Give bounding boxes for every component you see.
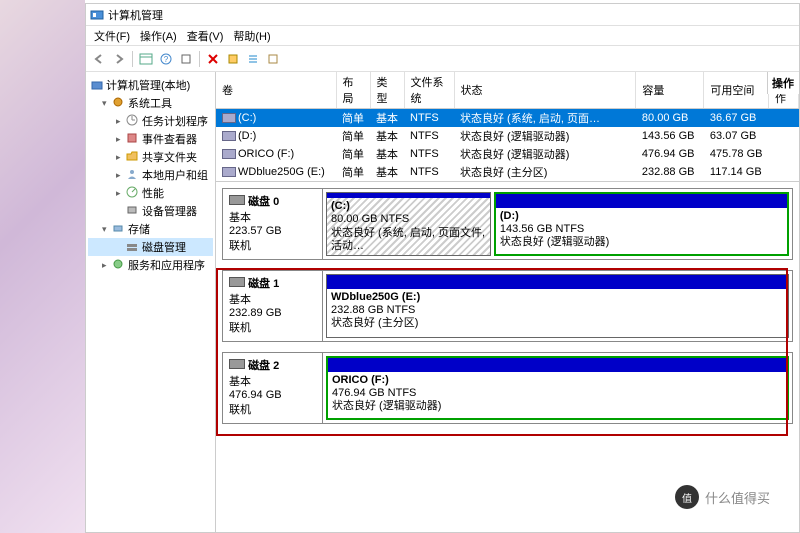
- col-volume[interactable]: 卷: [216, 72, 336, 109]
- window-title: 计算机管理: [108, 7, 163, 23]
- disk-2-label: 磁盘 2 基本 476.94 GB 联机: [223, 353, 323, 423]
- volume-icon: [222, 131, 236, 141]
- disk-graphical-view[interactable]: 磁盘 0 基本 223.57 GB 联机 (C:) 80.00 GB NTFS …: [216, 182, 799, 532]
- svg-text:?: ?: [164, 55, 169, 64]
- volume-row[interactable]: WDblue250G (E:)简单基本NTFS状态良好 (主分区)232.88 …: [216, 163, 799, 181]
- partition-f[interactable]: ORICO (F:) 476.94 GB NTFS 状态良好 (逻辑驱动器): [326, 356, 789, 420]
- titlebar[interactable]: 计算机管理: [86, 4, 799, 26]
- back-button[interactable]: [90, 50, 108, 68]
- disk-icon: [229, 277, 245, 287]
- tree-storage[interactable]: ▾存储: [88, 220, 213, 238]
- volume-row[interactable]: ORICO (F:)简单基本NTFS状态良好 (逻辑驱动器)476.94 GB4…: [216, 145, 799, 163]
- volume-icon: [222, 113, 236, 123]
- col-free[interactable]: 可用空间: [704, 72, 769, 109]
- app-icon: [90, 8, 104, 22]
- col-layout[interactable]: 布局: [336, 72, 370, 109]
- disk-2-row[interactable]: 磁盘 2 基本 476.94 GB 联机 ORICO (F:) 476.94 G…: [222, 352, 793, 424]
- partition-type-bar: [496, 194, 787, 208]
- tree-disk-management[interactable]: 磁盘管理: [88, 238, 213, 256]
- help-button[interactable]: ?: [157, 50, 175, 68]
- col-capacity[interactable]: 容量: [636, 72, 704, 109]
- tree-services-apps[interactable]: ▸服务和应用程序: [88, 256, 213, 274]
- partition-d[interactable]: (D:) 143.56 GB NTFS 状态良好 (逻辑驱动器): [494, 192, 789, 256]
- watermark-logo-icon: 值: [675, 485, 699, 509]
- partition-type-bar: [327, 275, 788, 289]
- forward-button[interactable]: [110, 50, 128, 68]
- disk-1-row[interactable]: 磁盘 1 基本 232.89 GB 联机 WDblue250G (E:) 232…: [222, 270, 793, 342]
- tree-task-scheduler[interactable]: ▸任务计划程序: [88, 112, 213, 130]
- tree-shared-folders[interactable]: ▸共享文件夹: [88, 148, 213, 166]
- content-area: 操作 卷 布局 类型 文件系统 状态 容量 可用空间 操作 (C:)简单基本NT…: [216, 72, 799, 532]
- volume-row[interactable]: (D:)简单基本NTFS状态良好 (逻辑驱动器)143.56 GB63.07 G…: [216, 127, 799, 145]
- partition-e[interactable]: WDblue250G (E:) 232.88 GB NTFS 状态良好 (主分区…: [326, 274, 789, 338]
- col-status[interactable]: 状态: [454, 72, 636, 109]
- disk-0-row[interactable]: 磁盘 0 基本 223.57 GB 联机 (C:) 80.00 GB NTFS …: [222, 188, 793, 260]
- computer-management-window: 计算机管理 文件(F) 操作(A) 查看(V) 帮助(H) ? 计算机管理(本地…: [85, 3, 800, 533]
- menu-file[interactable]: 文件(F): [90, 28, 134, 44]
- actions-header: 操作: [772, 75, 795, 91]
- tree-system-tools[interactable]: ▾系统工具: [88, 94, 213, 112]
- volume-row[interactable]: (C:)简单基本NTFS状态良好 (系统, 启动, 页面…80.00 GB36.…: [216, 109, 799, 128]
- menubar: 文件(F) 操作(A) 查看(V) 帮助(H): [86, 26, 799, 46]
- partition-c[interactable]: (C:) 80.00 GB NTFS 状态良好 (系统, 启动, 页面文件, 活…: [326, 192, 491, 256]
- menu-help[interactable]: 帮助(H): [229, 28, 274, 44]
- actions-panel: 操作: [767, 72, 799, 94]
- col-fs[interactable]: 文件系统: [404, 72, 454, 109]
- delete-button[interactable]: [204, 50, 222, 68]
- disk-0-label: 磁盘 0 基本 223.57 GB 联机: [223, 189, 323, 259]
- view-button[interactable]: [137, 50, 155, 68]
- properties-button[interactable]: [224, 50, 242, 68]
- menu-action[interactable]: 操作(A): [136, 28, 181, 44]
- tree-root[interactable]: 计算机管理(本地): [88, 76, 213, 94]
- tree-performance[interactable]: ▸性能: [88, 184, 213, 202]
- refresh-button[interactable]: [177, 50, 195, 68]
- list-button[interactable]: [244, 50, 262, 68]
- detail-button[interactable]: [264, 50, 282, 68]
- col-type[interactable]: 类型: [370, 72, 404, 109]
- disk-icon: [229, 195, 245, 205]
- volume-icon: [222, 149, 236, 159]
- tree-event-viewer[interactable]: ▸事件查看器: [88, 130, 213, 148]
- disk-1-label: 磁盘 1 基本 232.89 GB 联机: [223, 271, 323, 341]
- menu-view[interactable]: 查看(V): [183, 28, 228, 44]
- tree-device-manager[interactable]: 设备管理器: [88, 202, 213, 220]
- volume-list[interactable]: 卷 布局 类型 文件系统 状态 容量 可用空间 操作 (C:)简单基本NTFS状…: [216, 72, 799, 182]
- disk-icon: [229, 359, 245, 369]
- watermark: 值 什么值得买: [665, 481, 780, 513]
- toolbar: ?: [86, 46, 799, 72]
- tree-local-users[interactable]: ▸本地用户和组: [88, 166, 213, 184]
- partition-type-bar: [328, 358, 787, 372]
- navigation-tree[interactable]: 计算机管理(本地) ▾系统工具 ▸任务计划程序 ▸事件查看器 ▸共享文件夹 ▸本…: [86, 72, 216, 532]
- watermark-text: 什么值得买: [705, 488, 770, 507]
- volume-icon: [222, 167, 236, 177]
